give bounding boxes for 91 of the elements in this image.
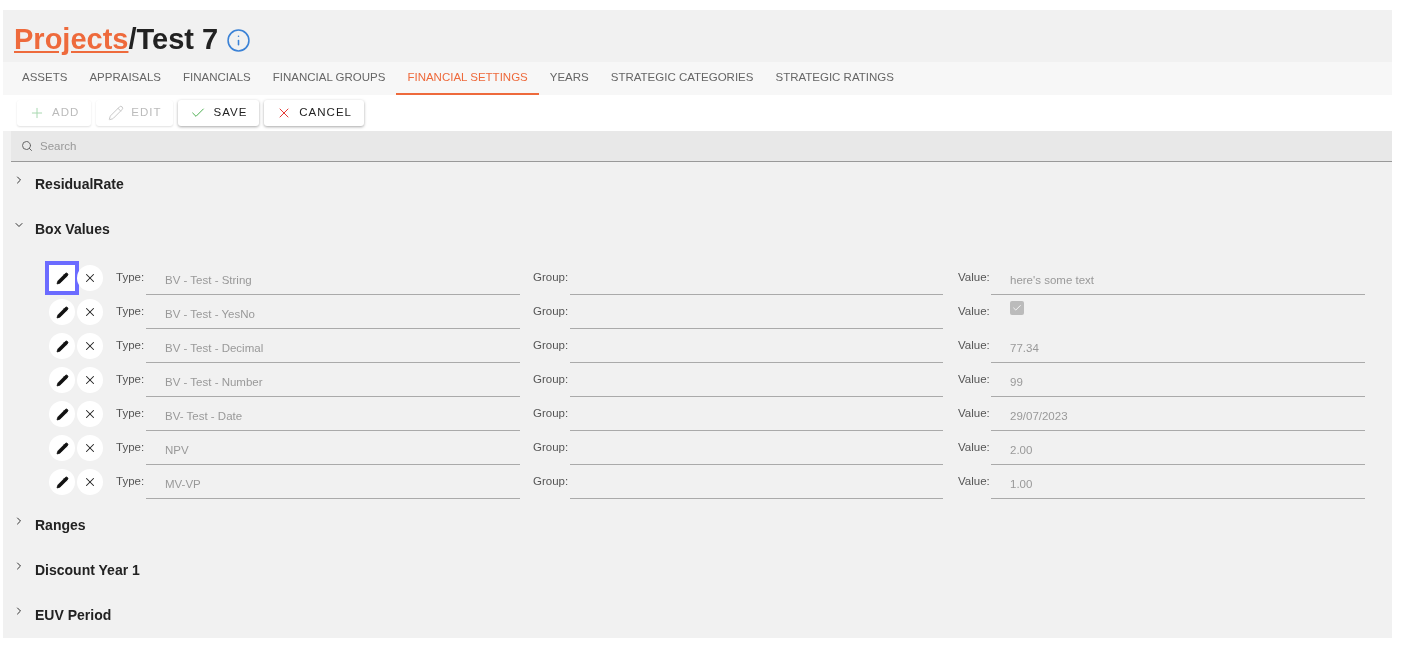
delete-button[interactable] [77, 265, 103, 291]
pencil-icon [108, 105, 125, 121]
value-field[interactable]: 99 [991, 369, 1365, 397]
tab[interactable]: FINANCIAL GROUPS [261, 62, 397, 95]
delete-button[interactable] [77, 333, 103, 359]
tab[interactable]: APPRAISALS [78, 62, 172, 95]
edit-button[interactable] [49, 299, 75, 325]
delete-button[interactable] [77, 435, 103, 461]
edit-button[interactable] [49, 401, 75, 427]
field-label: Group: [533, 372, 570, 388]
type-field[interactable]: NPV [146, 437, 520, 465]
field-label: Type: [116, 372, 146, 388]
pencil-icon [55, 305, 69, 319]
field-label: Value: [958, 440, 991, 456]
section-header[interactable]: EUV Period [13, 593, 1392, 638]
field-label: Value: [958, 338, 991, 354]
field-label: Group: [533, 406, 570, 422]
field-label: Group: [533, 270, 570, 286]
field-label: Value: [958, 270, 991, 286]
value-field[interactable]: 1.00 [991, 471, 1365, 499]
type-field[interactable]: BV- Test - Date [146, 403, 520, 431]
delete-button[interactable] [77, 367, 103, 393]
breadcrumb-separator: / [128, 22, 137, 58]
edit-button[interactable] [45, 261, 79, 295]
field-label: Type: [116, 474, 146, 490]
value-field[interactable]: 77.34 [991, 335, 1365, 363]
field-label: Type: [116, 440, 146, 456]
type-field[interactable]: BV - Test - YesNo [146, 301, 520, 329]
section-header[interactable]: ResidualRate [13, 162, 1392, 207]
search-field[interactable]: Search [11, 131, 1392, 162]
section-title: Box Values [35, 220, 110, 239]
plus-icon [29, 105, 45, 121]
info-icon[interactable] [226, 27, 252, 53]
section-title: Ranges [35, 516, 86, 535]
page-title: Test 7 [136, 22, 219, 58]
tab[interactable]: ASSETS [11, 62, 79, 95]
section-title: Discount Year 1 [35, 561, 140, 580]
delete-button[interactable] [77, 469, 103, 495]
close-icon [83, 407, 97, 421]
field-label: Type: [116, 270, 146, 286]
type-field[interactable]: BV - Test - Number [146, 369, 520, 397]
section-title: EUV Period [35, 606, 112, 625]
type-field[interactable]: BV - Test - Decimal [146, 335, 520, 363]
value-field[interactable]: 29/07/2023 [991, 403, 1365, 431]
pencil-icon [55, 339, 69, 353]
close-icon [83, 475, 97, 489]
save-button[interactable]: SAVE [178, 100, 260, 126]
edit-button[interactable] [49, 367, 75, 393]
pencil-icon [55, 441, 69, 455]
search-icon [21, 140, 33, 152]
checkbox[interactable] [1010, 301, 1024, 315]
close-icon [83, 305, 97, 319]
field-label: Type: [116, 338, 146, 354]
delete-button[interactable] [77, 401, 103, 427]
tab[interactable]: FINANCIALS [172, 62, 262, 95]
field-label: Group: [533, 440, 570, 456]
field-label: Value: [958, 474, 991, 490]
pencil-icon [55, 373, 69, 387]
value-field[interactable]: here's some text [991, 267, 1365, 295]
edit-button[interactable] [49, 333, 75, 359]
type-field[interactable]: BV - Test - String [146, 267, 520, 295]
type-field[interactable]: MV-VP [146, 471, 520, 499]
field-label: Type: [116, 406, 146, 422]
field-label: Value: [958, 304, 991, 320]
section-header[interactable]: Ranges [13, 503, 1392, 548]
field-label: Value: [958, 406, 991, 422]
tab[interactable]: STRATEGIC CATEGORIES [599, 62, 765, 95]
cancel-button[interactable]: CANCEL [264, 100, 364, 126]
edit-button[interactable] [49, 469, 75, 495]
breadcrumb-link[interactable]: Projects [14, 18, 129, 62]
close-icon [83, 373, 97, 387]
section-header[interactable]: Box Values [13, 207, 1392, 252]
pencil-icon [55, 271, 69, 285]
section-title: ResidualRate [35, 175, 124, 194]
field-label: Group: [533, 474, 570, 490]
check-icon [1012, 303, 1022, 313]
field-label: Value: [958, 372, 991, 388]
edit-button[interactable] [49, 435, 75, 461]
section-header[interactable]: Discount Year 1 [13, 548, 1392, 593]
field-label: Group: [533, 304, 570, 320]
pencil-icon [55, 407, 69, 421]
field-label: Type: [116, 304, 146, 320]
value-field[interactable]: 2.00 [991, 437, 1365, 465]
close-icon [83, 441, 97, 455]
close-icon [83, 339, 97, 353]
close-icon [83, 271, 97, 285]
field-label: Group: [533, 338, 570, 354]
pencil-icon [55, 475, 69, 489]
tab[interactable]: YEARS [538, 62, 600, 95]
delete-button[interactable] [77, 299, 103, 325]
tab[interactable]: STRATEGIC RATINGS [764, 62, 905, 95]
